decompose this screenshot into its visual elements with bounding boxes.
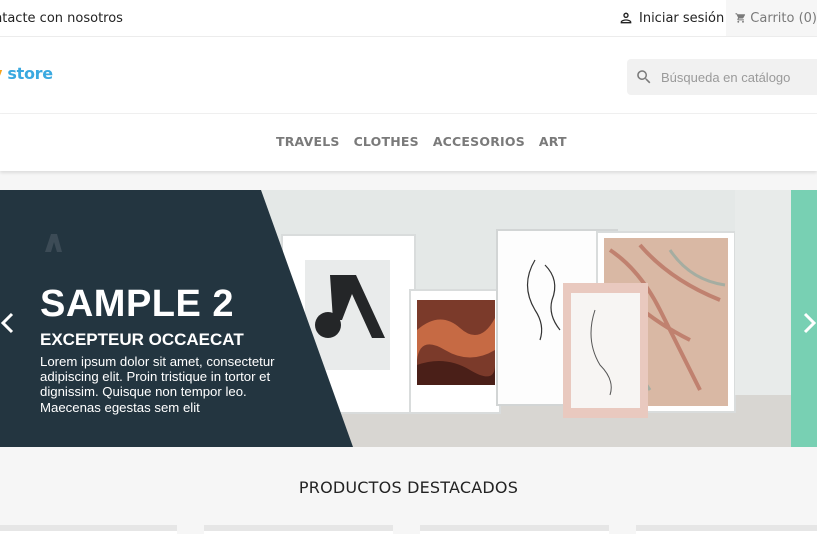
slide-subtitle: EXCEPTEUR OCCAECAT	[40, 330, 244, 349]
product-card[interactable]	[420, 525, 609, 534]
chevron-left-icon	[0, 312, 14, 334]
product-card[interactable]	[204, 525, 393, 534]
slide-logo-mark	[40, 230, 64, 260]
hero-slider[interactable]: SAMPLE 2 EXCEPTEUR OCCAECAT Lorem ipsum …	[0, 190, 817, 447]
logo-part-1: y	[0, 64, 2, 83]
featured-products-heading: PRODUCTOS DESTACADOS	[298, 478, 519, 497]
menu-item-art[interactable]: ART	[539, 134, 567, 149]
slider-next-button[interactable]	[803, 312, 817, 340]
shopping-cart-icon	[735, 13, 746, 23]
signin-link[interactable]: Iniciar sesión	[618, 10, 724, 26]
signin-label: Iniciar sesión	[639, 10, 725, 26]
chevron-right-icon	[803, 312, 817, 334]
contact-link[interactable]: ntacte con nosotros	[0, 11, 123, 26]
search-box	[627, 59, 817, 95]
main-menu-bar: TRAVELS CLOTHES ACCESORIOS ART	[0, 114, 817, 171]
cart-label: Carrito (0)	[750, 10, 817, 26]
search-input[interactable]	[661, 69, 811, 85]
product-card[interactable]	[636, 525, 817, 534]
menu-item-accesorios[interactable]: ACCESORIOS	[433, 134, 525, 149]
cart-button[interactable]: Carrito (0)	[726, 0, 817, 36]
product-card[interactable]	[0, 525, 177, 534]
store-logo[interactable]: y store	[0, 64, 53, 83]
user-icon	[620, 12, 632, 24]
menu-item-clothes[interactable]: CLOTHES	[354, 134, 419, 149]
search-icon[interactable]	[635, 68, 653, 86]
slider-prev-button[interactable]	[0, 312, 14, 340]
menu-item-travels[interactable]: TRAVELS	[276, 134, 340, 149]
slide-title: SAMPLE 2	[40, 283, 235, 325]
main-menu: TRAVELS CLOTHES ACCESORIOS ART	[276, 134, 567, 149]
a-logo-icon	[45, 234, 62, 252]
top-nav-bar: ntacte con nosotros Iniciar sesión Carri…	[0, 0, 817, 37]
slide-description: Lorem ipsum dolor sit amet, consectetur …	[40, 354, 275, 415]
site-header: y store	[0, 37, 817, 114]
logo-part-2: store	[7, 64, 53, 83]
